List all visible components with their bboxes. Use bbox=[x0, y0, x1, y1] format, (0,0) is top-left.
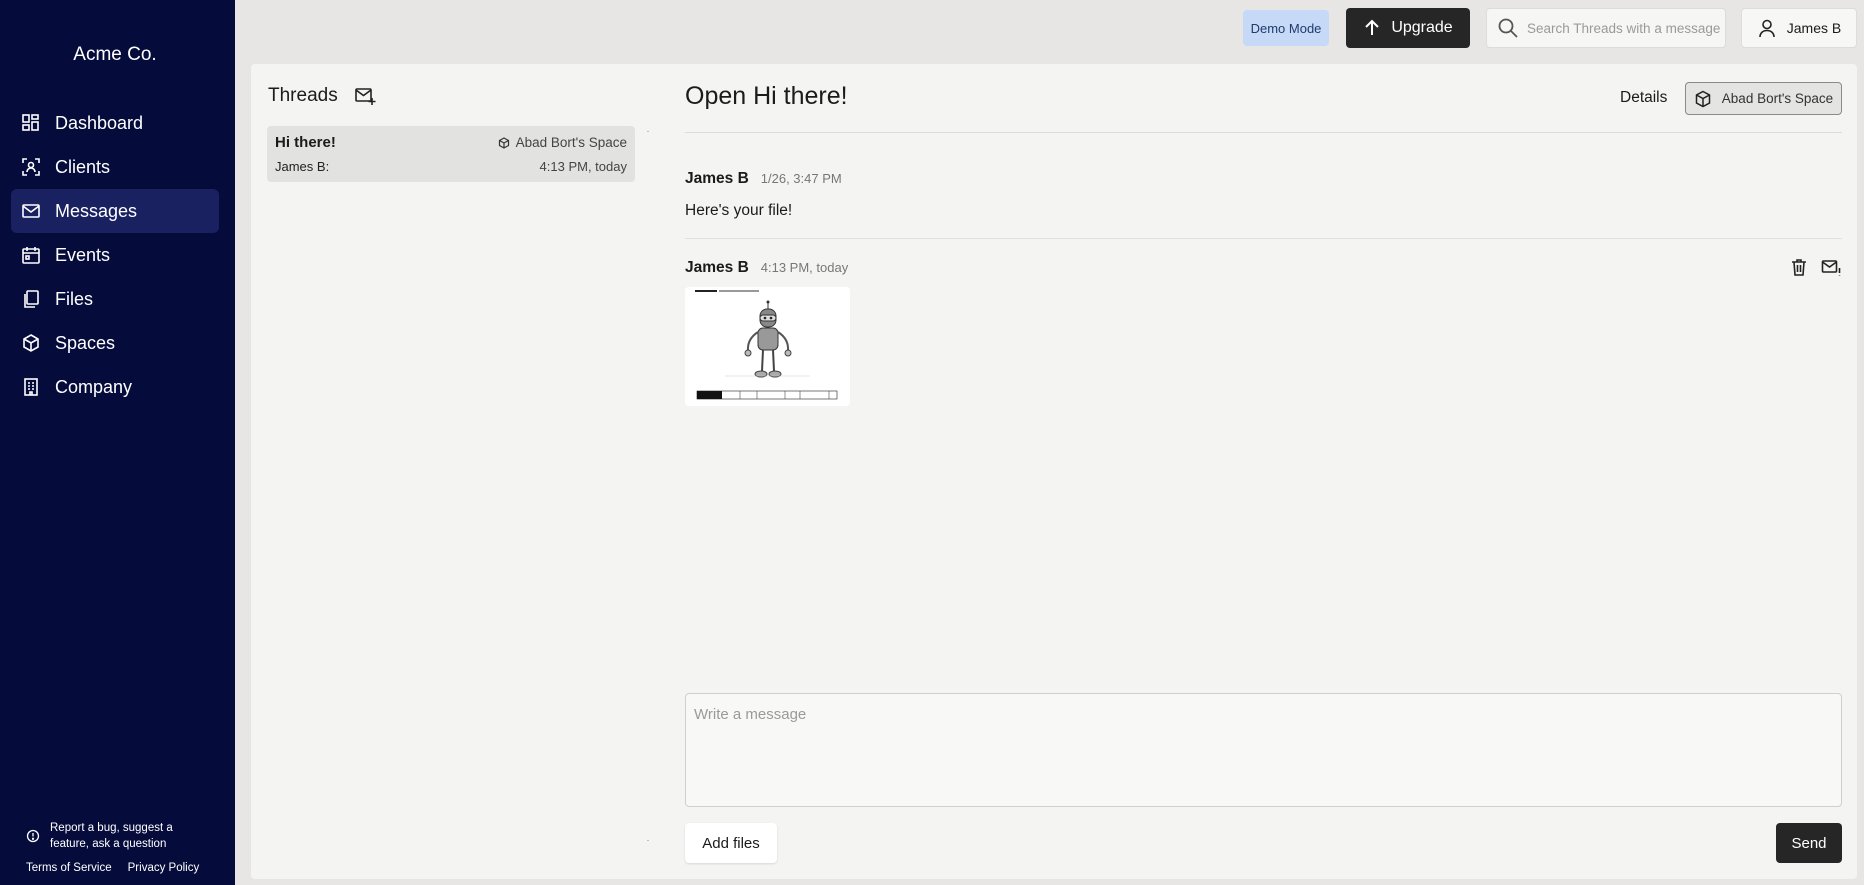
sidebar-item-company[interactable]: Company bbox=[11, 365, 219, 409]
message-time: 1/26, 3:47 PM bbox=[760, 171, 842, 186]
sidebar-item-clients[interactable]: Clients bbox=[11, 145, 219, 189]
building-icon bbox=[24, 378, 38, 396]
divider bbox=[685, 132, 1842, 133]
search-input[interactable] bbox=[1527, 20, 1725, 36]
envelope-icon bbox=[22, 204, 40, 218]
upgrade-button[interactable]: Upgrade bbox=[1346, 8, 1470, 48]
upgrade-label: Upgrade bbox=[1391, 19, 1453, 36]
space-button[interactable]: Abad Bort's Space bbox=[1685, 82, 1842, 115]
new-message-icon[interactable] bbox=[354, 85, 376, 107]
calendar-icon bbox=[22, 247, 40, 264]
brand-name[interactable]: Acme Co. bbox=[0, 44, 230, 66]
thread-subject: Hi there! bbox=[275, 134, 336, 151]
threads-title: Threads bbox=[268, 85, 338, 106]
mark-unread-icon[interactable] bbox=[1821, 257, 1841, 277]
sidebar-item-label: Company bbox=[55, 376, 133, 397]
threads-header: Threads bbox=[268, 85, 376, 107]
search-box[interactable] bbox=[1486, 8, 1726, 48]
message-author: James B bbox=[685, 170, 749, 187]
sidebar-item-label: Spaces bbox=[55, 332, 116, 353]
clients-icon bbox=[22, 158, 40, 176]
space-button-label: Abad Bort's Space bbox=[1721, 91, 1834, 106]
help-link[interactable]: Report a bug, suggest a feature, ask a q… bbox=[26, 820, 173, 852]
arrow-up-icon bbox=[1365, 19, 1380, 35]
sidebar-item-messages[interactable]: Messages bbox=[11, 189, 219, 233]
sidebar-item-label: Messages bbox=[55, 200, 138, 221]
user-menu-button[interactable]: James B bbox=[1741, 8, 1857, 48]
help-text: feature, ask a question bbox=[50, 838, 167, 850]
dashboard-icon bbox=[22, 114, 39, 131]
user-name: James B bbox=[1786, 20, 1842, 36]
cube-icon bbox=[498, 136, 509, 149]
thread-last-author: James B: bbox=[275, 159, 330, 174]
user-icon bbox=[1758, 19, 1775, 38]
footer-links: Terms of Service Privacy Policy bbox=[26, 862, 199, 874]
demo-mode-badge: Demo Mode bbox=[1243, 10, 1329, 46]
robot-drawing-image bbox=[685, 287, 850, 406]
message-time: 4:13 PM, today bbox=[760, 260, 849, 275]
terms-link[interactable]: Terms of Service bbox=[26, 862, 112, 874]
message-actions bbox=[1789, 257, 1841, 277]
message-author: James B bbox=[685, 259, 749, 276]
sidebar: Acme Co. Dashboard Clients Messages Even… bbox=[0, 0, 235, 885]
message-text: Here's your file! bbox=[685, 202, 793, 219]
thread-space-label: Abad Bort's Space bbox=[515, 135, 627, 150]
sidebar-item-label: Clients bbox=[55, 156, 111, 177]
files-icon bbox=[24, 290, 39, 308]
message-header: James B 4:13 PM, today bbox=[685, 259, 848, 277]
thread-item[interactable]: Hi there! Abad Bort's Space James B: 4:1… bbox=[267, 126, 635, 182]
privacy-link[interactable]: Privacy Policy bbox=[128, 862, 200, 874]
sidebar-item-files[interactable]: Files bbox=[11, 277, 219, 321]
send-button[interactable]: Send bbox=[1776, 823, 1842, 863]
sidebar-item-label: Events bbox=[55, 244, 111, 265]
sidebar-item-dashboard[interactable]: Dashboard bbox=[11, 101, 219, 145]
help-text: Report a bug, suggest a bbox=[50, 822, 173, 834]
sidebar-item-events[interactable]: Events bbox=[11, 233, 219, 277]
sidebar-nav: Dashboard Clients Messages Events Files … bbox=[11, 101, 219, 409]
thread-space: Abad Bort's Space bbox=[498, 135, 627, 150]
message-header: James B 1/26, 3:47 PM bbox=[685, 170, 842, 188]
trash-icon[interactable] bbox=[1789, 257, 1809, 277]
conversation-title: Open Hi there! bbox=[685, 82, 848, 110]
divider bbox=[685, 238, 1842, 239]
details-link[interactable]: Details bbox=[1620, 89, 1667, 107]
thread-time: 4:13 PM, today bbox=[539, 159, 627, 174]
cube-icon bbox=[1695, 90, 1711, 107]
add-files-button[interactable]: Add files bbox=[685, 823, 777, 863]
divider-mark bbox=[647, 840, 649, 841]
sidebar-item-spaces[interactable]: Spaces bbox=[11, 321, 219, 365]
help-circle-icon bbox=[26, 829, 40, 843]
sidebar-item-label: Dashboard bbox=[55, 112, 144, 133]
search-icon bbox=[1498, 18, 1518, 38]
attachment-thumbnail[interactable] bbox=[685, 287, 850, 406]
message-composer[interactable] bbox=[685, 693, 1842, 807]
cube-icon bbox=[23, 334, 39, 352]
divider-mark bbox=[647, 131, 649, 132]
sidebar-item-label: Files bbox=[55, 288, 94, 309]
